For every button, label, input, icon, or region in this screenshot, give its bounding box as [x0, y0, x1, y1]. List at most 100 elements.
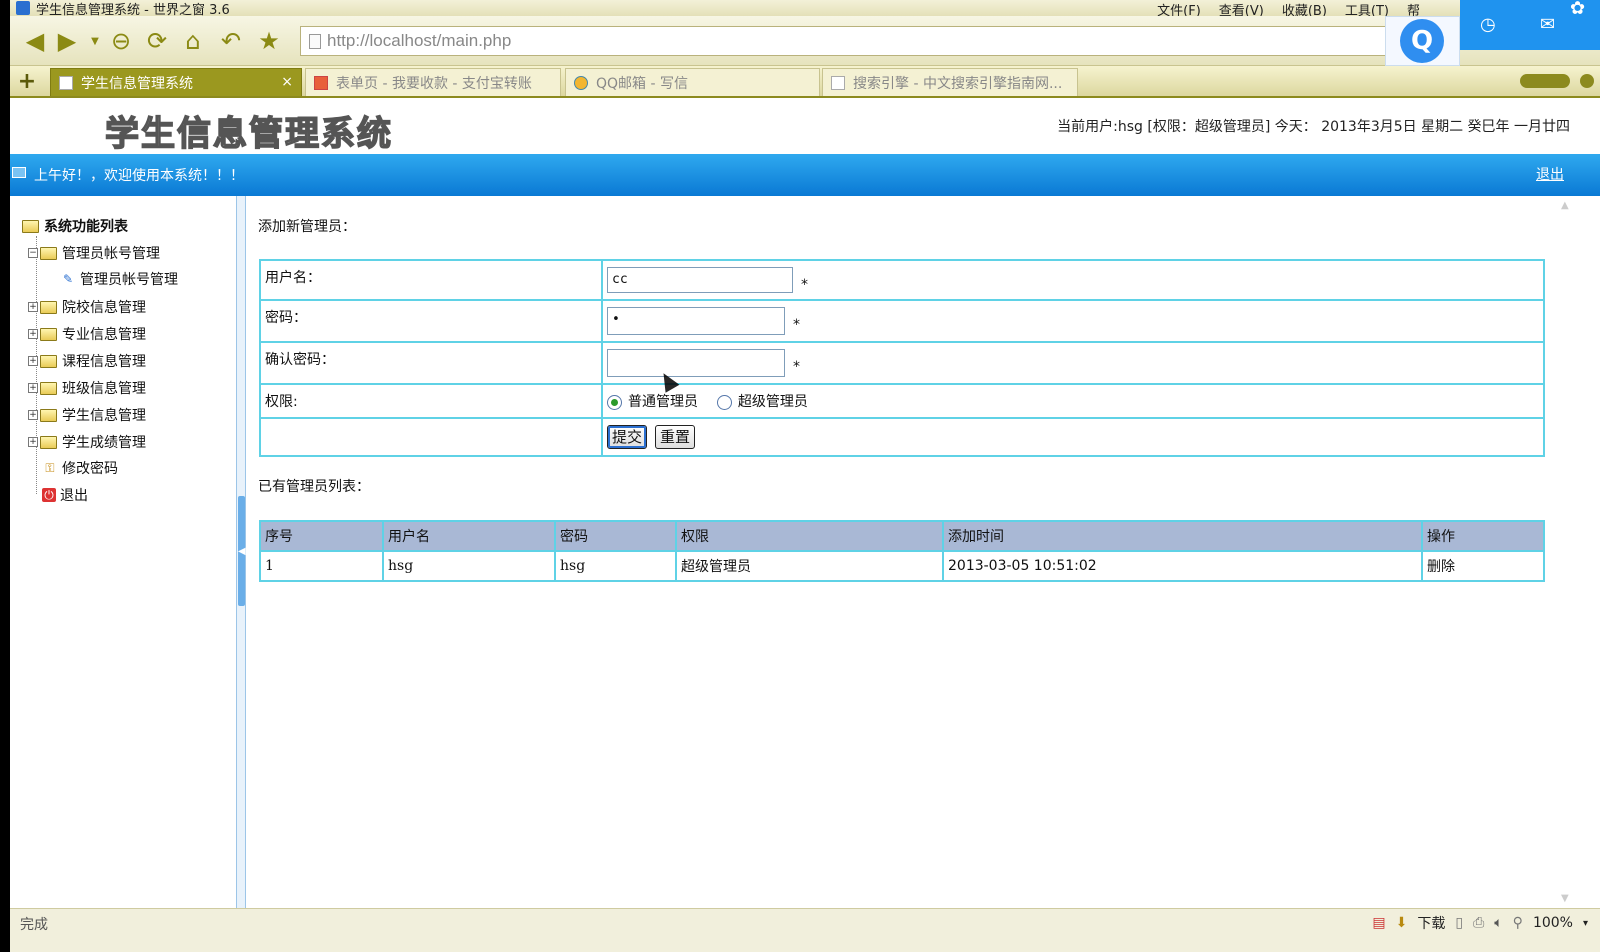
forward-icon[interactable]: ▶ [52, 26, 82, 56]
download-label[interactable]: 下载 [1417, 913, 1445, 933]
sidebar-item-label: 专业信息管理 [62, 327, 146, 343]
tab-qqmail[interactable]: QQ邮箱 - 写信 [565, 68, 820, 96]
sidebar-item-courses[interactable]: + 课程信息管理 [28, 351, 146, 371]
favorite-star-icon[interactable]: ★ [254, 26, 284, 56]
tab-alipay[interactable]: 表单页 - 我要收款 - 支付宝转账 [305, 68, 561, 96]
close-tab-icon[interactable]: × [281, 74, 293, 90]
tab-label: 学生信息管理系统 [81, 75, 193, 92]
browser-icon [16, 1, 30, 15]
home-icon[interactable]: ⌂ [178, 26, 208, 56]
zoom-level[interactable]: 100% [1533, 915, 1573, 931]
form-row-username: 用户名： cc * [259, 259, 1545, 301]
sidebar-item-students[interactable]: + 学生信息管理 [28, 405, 146, 425]
download-icon[interactable]: ⬇ [1396, 915, 1408, 931]
sidebar-item-logout[interactable]: ⏻ 退出 [42, 485, 88, 505]
form-row-role: 权限: 普通管理员 超级管理员 [259, 383, 1545, 419]
battery-icon[interactable]: ▯ [1455, 915, 1463, 931]
folder-icon [40, 354, 57, 368]
actions-cell: 提交 重置 [601, 417, 1545, 457]
reset-button[interactable]: 重置 [655, 425, 696, 449]
admin-table: 序号 用户名 密码 权限 添加时间 操作 1 hsg hsg 超级管理员 201… [259, 520, 1545, 582]
folder-icon [40, 327, 57, 341]
vertical-scrollbar[interactable]: ▲ ▼ [1558, 196, 1574, 908]
zoom-icon[interactable]: ⚲ [1513, 915, 1523, 931]
popup-block-icon[interactable]: ▤ [1372, 915, 1385, 931]
folder-icon [40, 435, 57, 449]
role-radio-normal[interactable] [607, 394, 622, 410]
sidebar-item-admin-accounts-child[interactable]: ✎ 管理员帐号管理 [60, 269, 178, 289]
tab-scroll-control[interactable] [1520, 74, 1570, 88]
sidebar-splitter[interactable]: ◀ [236, 196, 246, 908]
browser-window: 学生信息管理系统 - 世界之窗 3.6 文件(F) 查看(V) 收藏(B) 工具… [10, 0, 1600, 952]
stop-icon[interactable]: ⊖ [106, 26, 136, 56]
status-bar: 完成 ▤ ⬇ 下载 ▯ ⎙ 🔈︎ ⚲ 100% ▾ [10, 908, 1600, 952]
sidebar-item-label: 班级信息管理 [62, 381, 146, 397]
sidebar-item-colleges[interactable]: + 院校信息管理 [28, 297, 146, 317]
tree-root[interactable]: 系统功能列表 [22, 216, 128, 236]
confirm-cell: * [601, 341, 1545, 385]
title-bar: 学生信息管理系统 - 世界之窗 3.6 文件(F) 查看(V) 收藏(B) 工具… [10, 0, 1600, 19]
tab-label: QQ邮箱 - 写信 [596, 75, 688, 92]
sidebar-item-label: 管理员帐号管理 [80, 272, 178, 288]
expand-icon[interactable]: + [28, 329, 38, 339]
tab-label: 搜索引擎 - 中文搜索引擎指南网... [853, 75, 1063, 92]
sidebar-item-change-password[interactable]: ⚿ 修改密码 [42, 458, 118, 478]
confirm-password-input[interactable] [607, 349, 785, 377]
delete-link[interactable]: 删除 [1421, 550, 1545, 582]
password-label: 密码： [259, 299, 603, 343]
scroll-up-icon[interactable]: ▲ [1561, 200, 1569, 211]
back-icon[interactable]: ◀ [20, 26, 50, 56]
sidebar-item-label: 院校信息管理 [62, 300, 146, 316]
new-tab-icon[interactable]: + [16, 71, 38, 93]
password-input[interactable]: • [607, 307, 785, 335]
folder-icon [40, 300, 57, 314]
volume-icon[interactable]: 🔈︎ [1494, 915, 1502, 931]
user-info: 当前用户:hsg [权限：超级管理员] 今天： 2013年3月5日 星期二 癸巳… [1057, 119, 1570, 135]
folder-icon [40, 246, 57, 260]
role-radio-super[interactable] [716, 394, 732, 410]
scroll-down-icon[interactable]: ▼ [1561, 893, 1569, 904]
password-cell: • * [601, 299, 1545, 343]
collapse-arrow-icon[interactable]: ◀ [238, 546, 246, 557]
table-header-row: 序号 用户名 密码 权限 添加时间 操作 [259, 520, 1545, 552]
required-marker: * [793, 317, 800, 333]
sidebar-item-label: 学生信息管理 [62, 408, 146, 424]
system-logo: 学生信息管理系统 [104, 113, 393, 155]
expand-icon[interactable]: + [28, 302, 38, 312]
sidebar-item-label: 修改密码 [62, 461, 118, 477]
undo-icon[interactable]: ↶ [216, 26, 246, 56]
submit-button[interactable]: 提交 [607, 425, 648, 449]
refresh-icon[interactable]: ⟳ [142, 26, 172, 56]
clock-icon[interactable]: ◷ [1480, 14, 1496, 35]
expand-icon[interactable]: + [28, 356, 38, 366]
col-header-id: 序号 [259, 520, 384, 552]
expand-icon[interactable]: + [28, 383, 38, 393]
expand-icon[interactable]: + [28, 437, 38, 447]
folder-icon [22, 219, 39, 233]
share-icon[interactable]: ✿ [1570, 0, 1585, 19]
sidebar-item-label: 学生成绩管理 [62, 435, 146, 451]
main-content: 添加新管理员： 用户名： cc * 密码： • * 确认密码： * 权限: 普通… [246, 196, 1600, 908]
username-input[interactable]: cc [607, 267, 793, 293]
expand-icon[interactable]: + [28, 410, 38, 420]
qq-widget[interactable]: Q [1385, 16, 1460, 66]
col-header-action: 操作 [1421, 520, 1545, 552]
zoom-dropdown-icon[interactable]: ▾ [1583, 918, 1588, 929]
tab-student-system[interactable]: 学生信息管理系统 × [50, 68, 302, 96]
tab-search-engine[interactable]: 搜索引擎 - 中文搜索引擎指南网... [822, 68, 1078, 96]
folder-icon [40, 381, 57, 395]
logout-link[interactable]: 退出 [1536, 164, 1564, 184]
col-header-role: 权限 [675, 520, 944, 552]
sidebar-item-admin-accounts[interactable]: − 管理员帐号管理 [28, 243, 160, 263]
printer-icon[interactable]: ⎙ [1473, 915, 1484, 931]
tab-menu-icon[interactable] [1580, 74, 1594, 88]
page-header: 学生信息管理系统 当前用户:hsg [权限：超级管理员] 今天： 2013年3月… [10, 100, 1600, 155]
sidebar-item-majors[interactable]: + 专业信息管理 [28, 324, 146, 344]
sidebar-item-label: 退出 [60, 488, 88, 504]
sidebar-item-classes[interactable]: + 班级信息管理 [28, 378, 146, 398]
collapse-icon[interactable]: − [28, 248, 38, 258]
mail-icon[interactable]: ✉ [1540, 14, 1555, 35]
address-bar[interactable]: http://localhost/main.php [300, 26, 1420, 56]
add-admin-title: 添加新管理员： [258, 219, 356, 235]
sidebar-item-grades[interactable]: + 学生成绩管理 [28, 432, 146, 452]
